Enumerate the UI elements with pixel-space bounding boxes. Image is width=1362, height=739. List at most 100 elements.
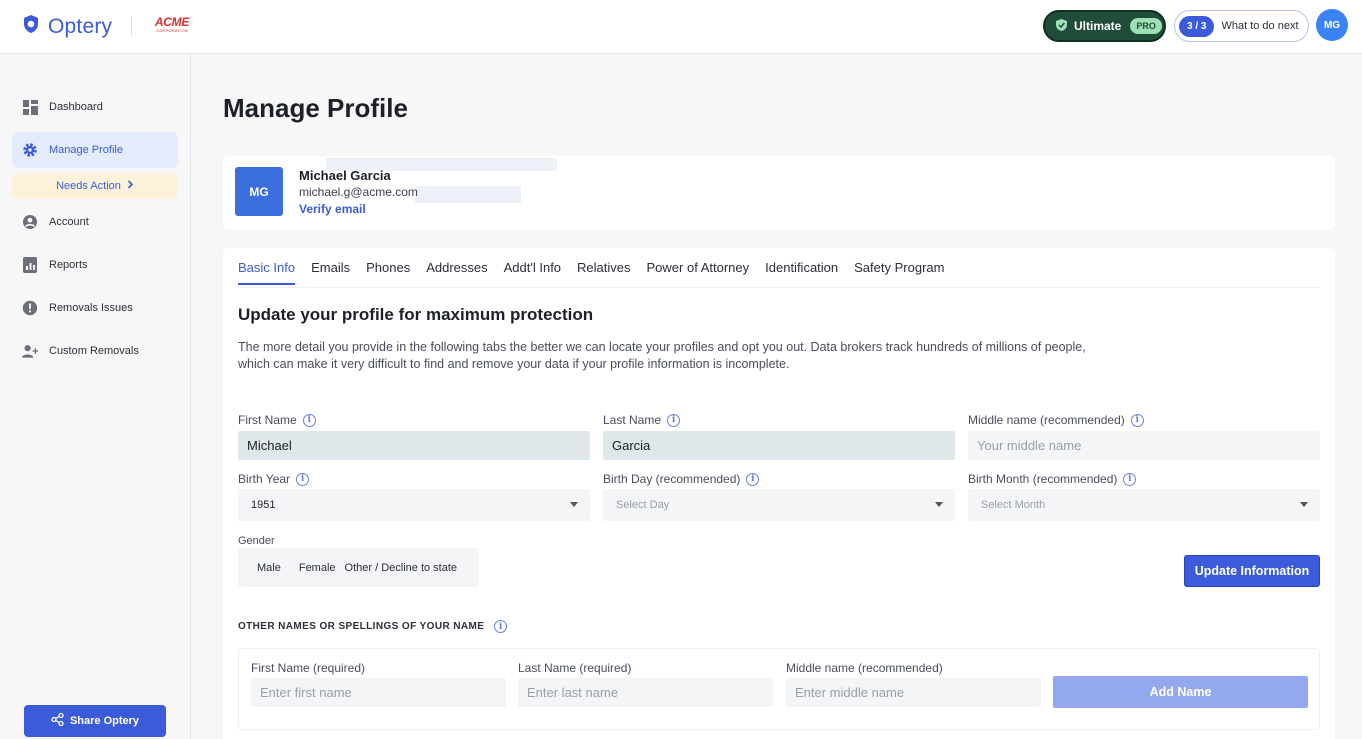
sidebar-item-manage-profile[interactable]: Manage Profile (12, 132, 178, 168)
label-text: Birth Day (recommended) (603, 472, 741, 486)
info-icon[interactable]: i (296, 472, 310, 486)
select-placeholder: Select Day (616, 499, 670, 511)
sidebar-item-custom-removals[interactable]: Custom Removals (12, 333, 178, 369)
info-icon[interactable]: i (494, 620, 508, 633)
info-icon[interactable]: i (1123, 472, 1137, 486)
sidebar-item-label: Manage Profile (49, 144, 123, 156)
gender-toggle-group: Male Female Other / Decline to state (238, 548, 479, 587)
info-icon[interactable]: i (746, 472, 760, 486)
needs-action-link[interactable]: Needs Action (12, 173, 178, 199)
add-name-button[interactable]: Add Name (1053, 676, 1308, 708)
section-description: The more detail you provide in the follo… (238, 340, 1086, 371)
other-names-heading: OTHER NAMES OR SPELLINGS OF YOUR NAME i (238, 620, 508, 633)
profile-card: MG Michael Garcia michael.g@acme.com Ver… (223, 156, 1335, 230)
shield-check-icon (1055, 18, 1068, 35)
label-text: Last Name (603, 413, 662, 427)
sidebar-item-label: Custom Removals (49, 345, 139, 357)
tab-addtl-info[interactable]: Addt'l Info (504, 260, 561, 285)
profile-avatar: MG (235, 167, 283, 216)
optery-logo[interactable]: Optery (22, 14, 112, 39)
plan-label: Ultimate (1074, 19, 1122, 33)
last-name-input[interactable]: Garcia (603, 431, 955, 460)
share-label: Share Optery (69, 715, 140, 727)
info-icon[interactable]: i (302, 413, 316, 427)
tab-phones[interactable]: Phones (366, 260, 410, 285)
user-circle-icon (22, 214, 38, 230)
select-value: 1951 (251, 499, 276, 511)
user-plus-icon (22, 343, 38, 359)
profile-form-card: Basic Info Emails Phones Addresses Addt'… (223, 248, 1335, 739)
other-last-name-label: Last Name (required) (518, 661, 632, 675)
tab-emails[interactable]: Emails (311, 260, 350, 285)
partner-logo-text: ACME (154, 15, 190, 29)
info-icon[interactable]: i (667, 413, 681, 427)
sidebar-item-label: Reports (49, 259, 88, 271)
verify-email-link[interactable]: Verify email (299, 202, 366, 216)
other-first-name-input[interactable]: Enter first name (251, 678, 506, 707)
caret-down-icon (935, 502, 943, 507)
grid-icon (22, 99, 38, 115)
tab-relatives[interactable]: Relatives (577, 260, 630, 285)
other-middle-name-input[interactable]: Enter middle name (786, 678, 1041, 707)
sidebar-item-account[interactable]: Account (12, 204, 178, 240)
tab-basic-info[interactable]: Basic Info (238, 260, 296, 285)
redacted-area (415, 186, 521, 203)
update-information-button[interactable]: Update Information (1184, 555, 1320, 587)
sidebar-item-removals-issues[interactable]: Removals Issues (12, 290, 178, 326)
other-first-name-label: First Name (required) (251, 661, 366, 675)
birth-month-select[interactable]: Select Month (968, 489, 1320, 521)
share-optery-button[interactable]: Share Optery (24, 705, 166, 737)
birth-year-select[interactable]: 1951 (238, 489, 590, 521)
progress-count: 3 / 3 (1179, 15, 1215, 37)
section-heading: Update your profile for maximum protecti… (238, 305, 594, 324)
sidebar-item-label: Account (49, 216, 89, 228)
tab-power-of-attorney[interactable]: Power of Attorney (647, 260, 750, 285)
birth-day-label: Birth Day (recommended) i (603, 472, 760, 486)
chevron-right-icon (127, 180, 134, 192)
tab-identification[interactable]: Identification (765, 260, 838, 285)
info-icon[interactable]: i (1130, 413, 1144, 427)
profile-name: Michael Garcia (299, 168, 391, 183)
other-last-name-input[interactable]: Enter last name (518, 678, 773, 707)
tab-safety-program[interactable]: Safety Program (854, 260, 944, 285)
top-bar: Optery ACME CORPORATION Ultimate PRO 3 /… (0, 0, 1362, 54)
gender-option-male[interactable]: Male (257, 562, 281, 574)
sidebar-item-dashboard[interactable]: Dashboard (12, 89, 178, 125)
tab-addresses[interactable]: Addresses (426, 260, 487, 285)
page-title: Manage Profile (223, 93, 408, 123)
other-middle-name-label: Middle name (recommended) (786, 661, 943, 675)
share-icon (51, 712, 64, 729)
user-avatar[interactable]: MG (1316, 9, 1348, 41)
sidebar-item-reports[interactable]: Reports (12, 247, 178, 283)
sidebar-item-label: Dashboard (49, 101, 103, 113)
last-name-label: Last Name i (603, 413, 681, 427)
progress-label: What to do next (1221, 20, 1299, 32)
sidebar-item-label: Removals Issues (49, 302, 133, 314)
pro-badge: PRO (1130, 18, 1162, 34)
caret-down-icon (1300, 502, 1308, 507)
alert-icon (22, 300, 38, 316)
gender-option-female[interactable]: Female (299, 562, 336, 574)
gender-label: Gender (238, 535, 275, 547)
tab-bar: Basic Info Emails Phones Addresses Addt'… (238, 260, 944, 285)
first-name-input[interactable]: Michael (238, 431, 590, 460)
what-to-do-next-button[interactable]: 3 / 3 What to do next (1174, 10, 1309, 42)
other-names-title: OTHER NAMES OR SPELLINGS OF YOUR NAME (238, 621, 485, 632)
gear-icon (22, 142, 38, 158)
partner-logo: ACME CORPORATION (152, 16, 192, 33)
label-text: Birth Year (238, 472, 291, 486)
report-icon (22, 257, 38, 273)
needs-action-label: Needs Action (56, 180, 121, 192)
plan-badge-button[interactable]: Ultimate PRO (1043, 10, 1166, 42)
sidebar: Dashboard Manage Profile Needs Action Ac… (0, 54, 191, 739)
label-text: First Name (238, 413, 297, 427)
caret-down-icon (570, 502, 578, 507)
middle-name-input[interactable]: Your middle name (968, 431, 1320, 460)
birth-day-select[interactable]: Select Day (603, 489, 955, 521)
gender-option-other[interactable]: Other / Decline to state (345, 562, 458, 574)
brand-name: Optery (48, 14, 113, 38)
select-placeholder: Select Month (981, 499, 1046, 511)
middle-name-label: Middle name (recommended) i (968, 413, 1144, 427)
logo-divider (131, 16, 132, 36)
tab-divider (238, 287, 1320, 288)
